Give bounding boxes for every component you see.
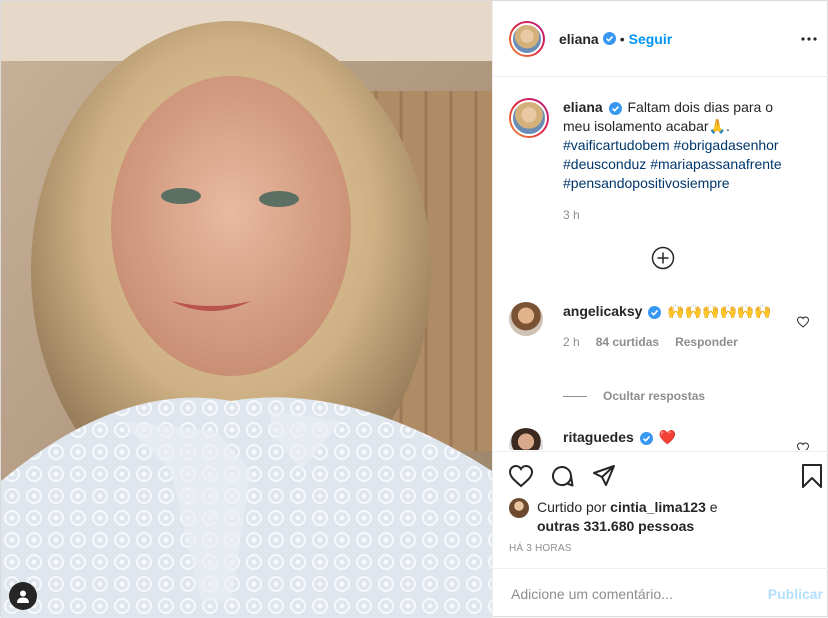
comment-input[interactable] — [509, 584, 768, 603]
hashtag-link[interactable]: #pensandopositivosiempre — [563, 175, 730, 191]
post-date[interactable]: HÁ 3 HORAS — [509, 543, 572, 554]
comment-item: angelicaksy 🙌🙌🙌🙌🙌🙌 2 h 84 curtidas Respo… — [509, 302, 819, 352]
more-options-icon[interactable] — [797, 27, 821, 51]
separator-dot: • — [619, 30, 625, 47]
share-paper-plane-icon[interactable] — [592, 464, 616, 488]
comment-bubble-icon[interactable] — [550, 464, 574, 488]
hashtag-link[interactable]: #obrigadasenhor — [674, 137, 779, 153]
hashtag-link[interactable]: #deusconduz — [563, 156, 646, 172]
comment-text: 🙌🙌🙌🙌🙌🙌 — [667, 303, 772, 319]
post-dialog: eliana • Seguir eliana Faltam dois dias … — [0, 0, 828, 618]
verified-badge-icon — [602, 32, 616, 45]
user-tag-button[interactable] — [9, 582, 37, 610]
photo-image — [1, 1, 492, 618]
post-caption: eliana Faltam dois dias para o meu isola… — [509, 98, 803, 193]
comment-text: ❤️ — [658, 429, 677, 445]
comment-like-heart-icon[interactable] — [797, 442, 809, 450]
liked-by-user[interactable]: cintia_lima123 — [610, 499, 706, 515]
follow-button[interactable]: Seguir — [629, 31, 673, 47]
post-photo[interactable] — [1, 1, 492, 618]
commenter-avatar[interactable] — [509, 428, 543, 450]
liked-by-summary: Curtido por cintia_lima123 e outras 331.… — [509, 498, 718, 536]
hide-replies-button[interactable]: Ocultar respostas — [563, 389, 705, 403]
comment-likes[interactable]: 84 curtidas — [596, 333, 659, 352]
comment-time: 2 h — [563, 335, 580, 349]
comment-item: ritaguedes ❤️ — [509, 428, 819, 450]
comment-like-heart-icon[interactable] — [797, 316, 809, 328]
hashtag-link[interactable]: #vaificartudobem — [563, 137, 670, 153]
person-icon — [17, 590, 29, 603]
like-heart-icon[interactable] — [509, 464, 533, 488]
publish-button[interactable]: Publicar — [768, 586, 823, 602]
liked-by-prefix: Curtido por — [537, 499, 607, 515]
reply-button[interactable]: Responder — [675, 333, 738, 352]
commenter-avatar[interactable] — [509, 302, 543, 336]
post-side-panel: eliana • Seguir eliana Faltam dois dias … — [492, 1, 828, 618]
liked-by-avatar[interactable] — [509, 498, 529, 518]
commenter-username[interactable]: angelicaksy — [563, 303, 642, 319]
liked-by-connector: e — [709, 499, 718, 515]
verified-badge-icon — [639, 431, 653, 445]
add-comment-bar: Publicar — [493, 568, 828, 618]
hashtag-link[interactable]: #mariapassanafrente — [650, 156, 782, 172]
post-actions: Curtido por cintia_lima123 e outras 331.… — [493, 451, 828, 572]
caption-avatar[interactable] — [509, 98, 549, 138]
caption-username[interactable]: eliana — [563, 99, 603, 115]
comments-list[interactable]: eliana Faltam dois dias para o meu isola… — [493, 78, 828, 450]
load-more-comments-icon[interactable] — [651, 246, 675, 270]
verified-badge-icon — [608, 101, 622, 115]
verified-badge-icon — [648, 305, 662, 319]
commenter-username[interactable]: ritaguedes — [563, 429, 634, 445]
post-header: eliana • Seguir — [493, 1, 828, 77]
caption-time: 3 h — [563, 208, 580, 222]
save-bookmark-icon[interactable] — [800, 464, 824, 488]
liked-by-others[interactable]: outras 331.680 pessoas — [537, 518, 694, 534]
hide-replies-label: Ocultar respostas — [603, 389, 706, 403]
author-avatar[interactable] — [509, 20, 545, 57]
author-username[interactable]: eliana — [559, 31, 599, 47]
